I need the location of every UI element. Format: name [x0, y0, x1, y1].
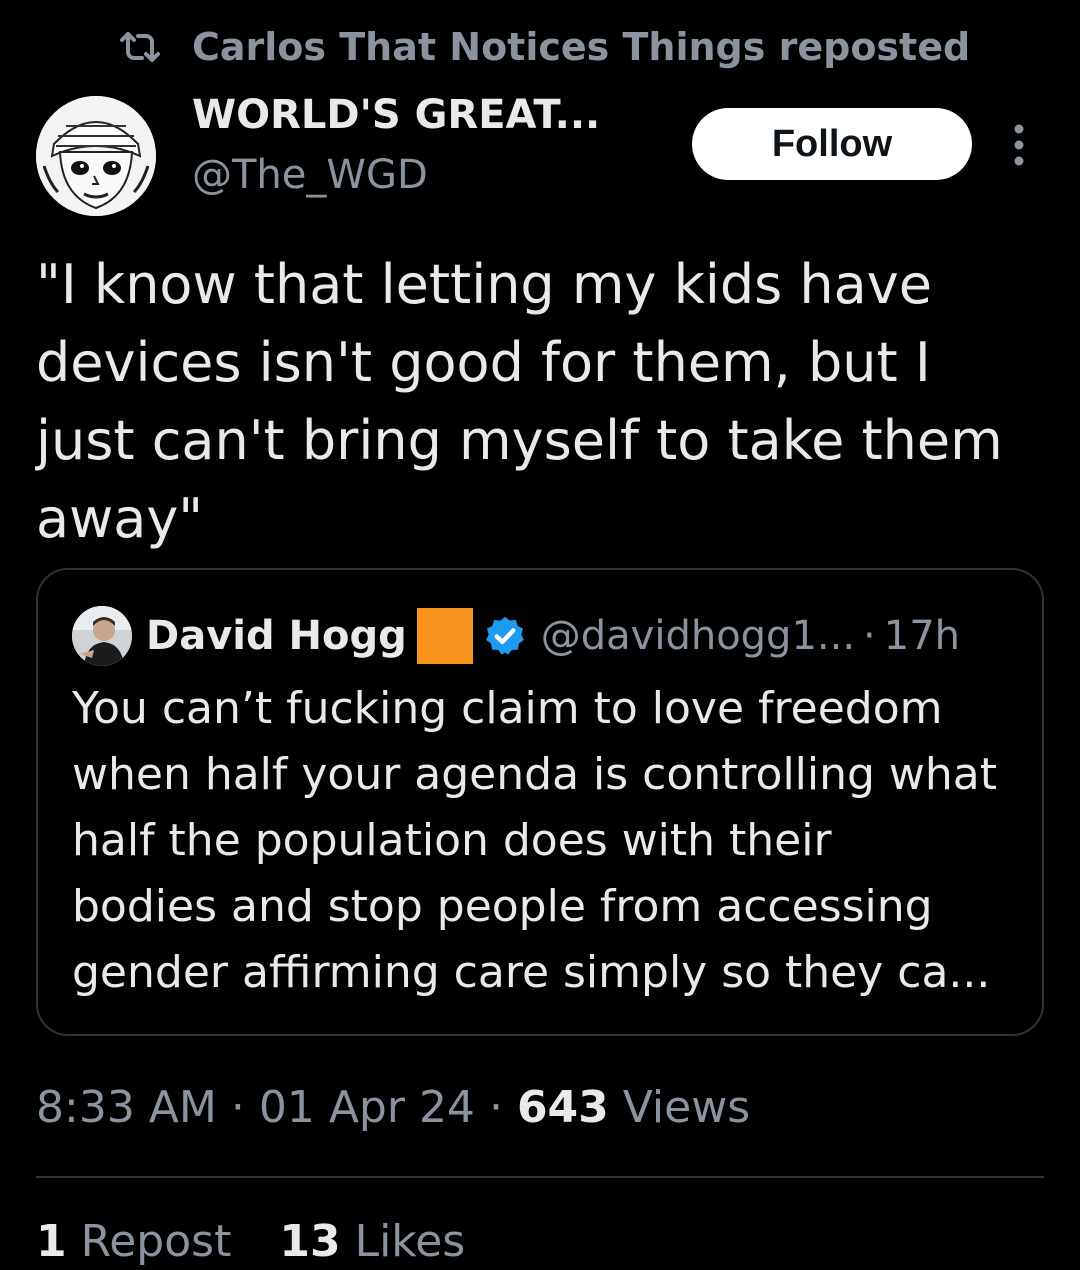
author-handle[interactable]: @The_WGD	[192, 152, 428, 198]
reposts-label: Repost	[80, 1216, 232, 1267]
quoted-post-time[interactable]: 17h	[884, 613, 960, 659]
post-text: "I know that letting my kids have device…	[36, 253, 1003, 550]
meta-separator-1: ·	[230, 1082, 245, 1133]
author-avatar[interactable]	[36, 96, 156, 216]
more-vertical-icon	[1014, 124, 1024, 166]
post-date[interactable]: 01 Apr 24	[259, 1082, 475, 1133]
orange-square-emoji	[416, 608, 473, 664]
meta-separator-2: ·	[488, 1082, 503, 1133]
author-name[interactable]: WORLD'S GREAT...	[192, 92, 600, 138]
views-count: 643	[516, 1082, 609, 1133]
quoted-post-card[interactable]: David Hogg @davidhogg1... · 17h You can’…	[36, 568, 1044, 1036]
quoted-post-text: You can’t fucking claim to love freedom …	[72, 683, 998, 998]
likes-count: 13	[279, 1216, 341, 1267]
engagement-stats: 1 Repost 13 Likes	[36, 1216, 499, 1267]
quoted-author-handle[interactable]: @davidhogg1...	[541, 613, 855, 659]
verified-badge-icon	[485, 616, 524, 655]
repost-icon	[118, 27, 164, 67]
quoted-author-name[interactable]: David Hogg	[146, 613, 407, 659]
views-label: Views	[622, 1082, 751, 1133]
likes-stat[interactable]: 13 Likes	[279, 1216, 465, 1267]
repost-banner[interactable]: Carlos That Notices Things reposted	[118, 22, 970, 72]
david-hogg-avatar	[72, 606, 132, 666]
likes-label: Likes	[354, 1216, 466, 1267]
more-options-button[interactable]	[1004, 120, 1034, 170]
stats-divider	[36, 1176, 1044, 1178]
repost-banner-text: Carlos That Notices Things reposted	[192, 25, 971, 69]
post-time[interactable]: 8:33 AM	[36, 1082, 217, 1133]
quoted-post-header: David Hogg @davidhogg1... · 17h	[72, 606, 960, 666]
post-meta: 8:33 AM · 01 Apr 24 · 643 Views	[36, 1082, 750, 1133]
quoted-header-separator: ·	[863, 613, 876, 659]
reposts-stat[interactable]: 1 Repost	[36, 1216, 231, 1267]
follow-button[interactable]: Follow	[692, 108, 972, 180]
quoted-author-avatar[interactable]	[72, 606, 132, 666]
manga-avatar	[36, 96, 156, 216]
reposts-count: 1	[36, 1216, 67, 1267]
